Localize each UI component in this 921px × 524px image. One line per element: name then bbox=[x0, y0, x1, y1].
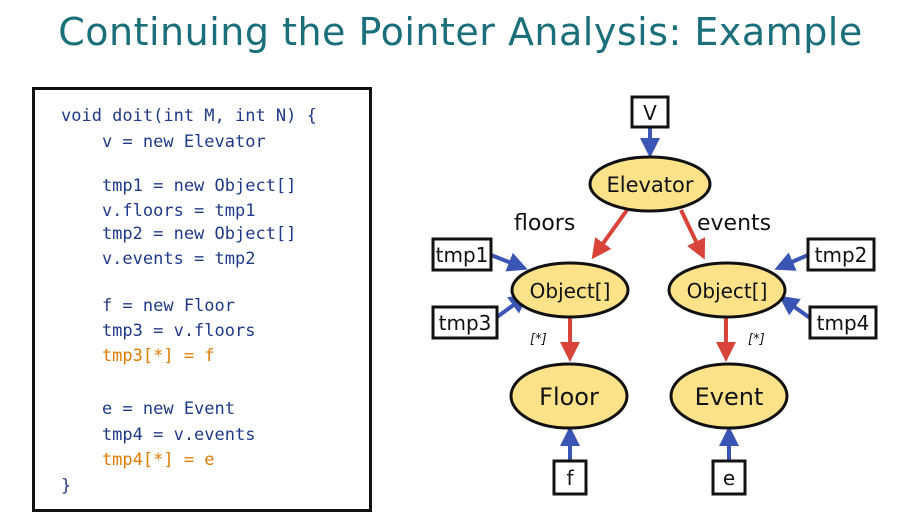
svg-text:Floor: Floor bbox=[539, 383, 599, 411]
edge-tmp2-object bbox=[774, 252, 809, 271]
edge-tmp4-object bbox=[778, 295, 812, 320]
svg-text:tmp2: tmp2 bbox=[815, 243, 868, 267]
var-v: V bbox=[630, 95, 670, 129]
edge-tmp1-object bbox=[490, 252, 528, 272]
svg-text:f: f bbox=[566, 466, 574, 490]
edge-label-index-left: [*] bbox=[530, 332, 547, 347]
node-floor: Floor bbox=[509, 362, 629, 430]
edge-label-floors: floors bbox=[514, 211, 575, 236]
svg-text:e: e bbox=[723, 466, 735, 490]
node-event: Event bbox=[669, 362, 789, 430]
svg-text:tmp3: tmp3 bbox=[439, 311, 492, 335]
edge-floors bbox=[591, 208, 629, 260]
svg-text:Event: Event bbox=[695, 383, 764, 411]
svg-text:V: V bbox=[643, 101, 657, 125]
var-tmp1: tmp1 bbox=[431, 237, 493, 272]
var-tmp4: tmp4 bbox=[808, 305, 878, 340]
node-elevator: Elevator bbox=[588, 155, 712, 213]
node-object-left: Object[] bbox=[510, 261, 630, 319]
var-tmp2: tmp2 bbox=[806, 237, 876, 272]
svg-text:Object[]: Object[] bbox=[687, 279, 768, 303]
var-f: f bbox=[552, 459, 588, 496]
node-object-right: Object[] bbox=[667, 261, 787, 319]
svg-text:Elevator: Elevator bbox=[606, 173, 693, 197]
var-tmp3: tmp3 bbox=[431, 305, 499, 340]
edge-label-events: events bbox=[697, 211, 771, 236]
var-e: e bbox=[711, 459, 747, 496]
svg-text:Object[]: Object[] bbox=[530, 279, 611, 303]
svg-text:tmp1: tmp1 bbox=[436, 243, 489, 267]
svg-text:tmp4: tmp4 bbox=[817, 311, 870, 335]
points-to-graph: Elevator Object[] Object[] Floor Event V… bbox=[431, 95, 878, 496]
edge-label-index-right: [*] bbox=[748, 332, 765, 347]
